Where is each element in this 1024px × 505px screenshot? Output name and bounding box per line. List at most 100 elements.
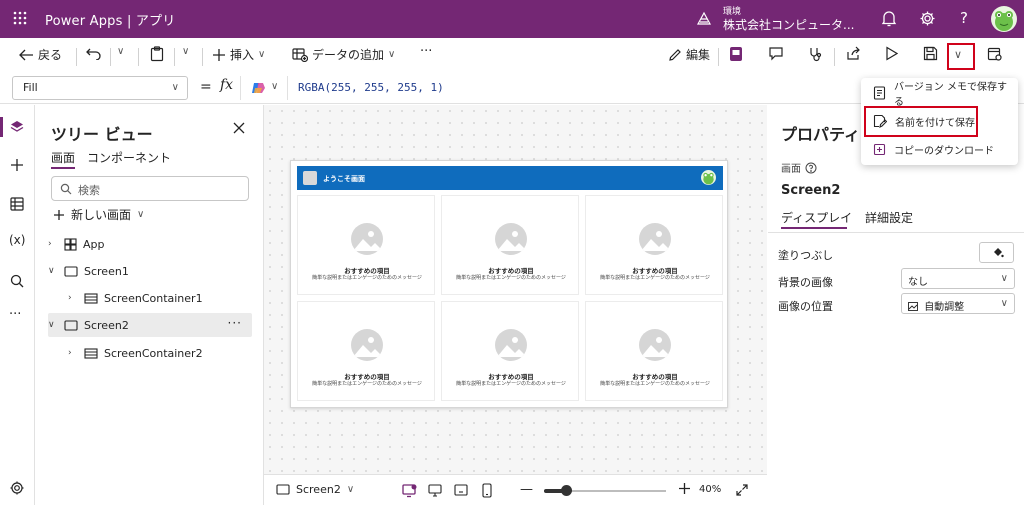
chevron-down-icon: ∨ <box>271 81 279 92</box>
menu-item-download-copy[interactable]: コピーのダウンロード <box>867 136 1012 162</box>
tab-advanced[interactable]: 詳細設定 <box>865 209 913 226</box>
property-dropdown[interactable]: Fill ∨ <box>12 76 188 100</box>
tree-item-screen2[interactable]: ∨ Screen2 ··· <box>48 313 252 337</box>
featured-item-card[interactable]: おすすめの項目 簡単な説明またはエンゲージのためのメッセージ <box>297 301 435 401</box>
desktop-icon[interactable] <box>428 484 442 497</box>
divider <box>768 232 1024 233</box>
left-rail: (x) ··· <box>0 105 35 505</box>
menu-item-label: バージョン メモで保存する <box>894 82 1007 108</box>
back-label: 戻る <box>38 48 63 62</box>
screen-selector[interactable]: Screen2 ∨ <box>276 483 354 496</box>
more-options-button[interactable]: ··· <box>228 316 242 330</box>
app-checker-icon[interactable] <box>807 46 823 62</box>
image-position-value: 自動調整 <box>924 302 965 313</box>
divider <box>138 48 139 66</box>
tab-screens[interactable]: 画面 <box>51 149 75 166</box>
zoom-out-button[interactable]: — <box>520 482 533 497</box>
bell-icon[interactable] <box>881 10 897 27</box>
layers-icon[interactable] <box>9 119 25 135</box>
chevron-right-icon[interactable]: › <box>68 348 80 358</box>
image-icon <box>908 302 918 311</box>
page-editor-icon[interactable] <box>729 46 743 62</box>
copilot-button[interactable]: ∨ <box>240 76 288 100</box>
close-icon[interactable] <box>233 122 245 134</box>
variables-icon[interactable]: (x) <box>9 233 25 247</box>
card-description: 簡単な説明またはエンゲージのためのメッセージ <box>456 381 566 387</box>
chevron-down-icon: ∨ <box>137 209 145 220</box>
edit-button[interactable]: 編集 <box>668 46 710 63</box>
user-avatar[interactable] <box>991 6 1017 32</box>
undo-button[interactable] <box>86 46 102 60</box>
top-bar: Power Apps | アプリ 環境 株式会社コンピュータ... ? <box>0 0 1024 38</box>
search-icon[interactable] <box>9 273 25 289</box>
tree-item-screen1[interactable]: ∨ Screen1 <box>48 259 252 283</box>
featured-item-card[interactable]: おすすめの項目 簡単な説明またはエンゲージのためのメッセージ <box>585 195 723 295</box>
environment-icon[interactable] <box>695 10 713 26</box>
command-bar: 戻る ∨ ∨ 挿入 ∨ データの追加 ∨ ··· 編集 ∨ <box>0 38 1024 74</box>
help-icon[interactable]: ? <box>960 9 968 27</box>
divider <box>718 48 719 66</box>
data-table-icon[interactable] <box>9 196 25 212</box>
paste-button[interactable] <box>150 46 164 62</box>
chevron-down-icon[interactable]: ∨ <box>48 266 60 276</box>
chevron-down-icon: ∨ <box>1000 298 1008 309</box>
app-launcher-icon[interactable] <box>13 11 27 25</box>
help-circle-icon[interactable] <box>805 162 817 174</box>
back-button[interactable]: 戻る <box>18 46 62 63</box>
undo-menu-chevron-icon[interactable]: ∨ <box>117 46 124 57</box>
design-canvas[interactable]: ようこそ画面 おすすめの項目 簡単な説明またはエンゲージのためのメッセージ おすすめ… <box>264 105 767 474</box>
share-icon[interactable] <box>846 46 861 61</box>
publish-icon[interactable] <box>987 46 1002 61</box>
tree-search-input[interactable]: 検索 <box>51 176 249 201</box>
tree-item-screencontainer2[interactable]: › ScreenContainer2 <box>68 341 252 365</box>
gear-icon[interactable] <box>919 10 936 27</box>
more-commands-button[interactable]: ··· <box>420 44 432 59</box>
featured-item-card[interactable]: おすすめの項目 簡単な説明またはエンゲージのためのメッセージ <box>585 301 723 401</box>
tab-components[interactable]: コンポーネント <box>87 149 171 166</box>
tab-display[interactable]: ディスプレイ <box>781 209 852 226</box>
zoom-slider-thumb[interactable] <box>560 485 572 496</box>
gear-icon[interactable] <box>9 480 25 496</box>
menu-item-save-with-version-notes[interactable]: バージョン メモで保存する <box>867 80 1012 108</box>
tree-item-screencontainer1[interactable]: › ScreenContainer1 <box>68 286 252 310</box>
save-as-highlight <box>864 106 978 137</box>
chevron-right-icon[interactable]: › <box>68 293 80 303</box>
tablet-icon[interactable] <box>454 484 468 496</box>
card-description: 簡単な説明またはエンゲージのためのメッセージ <box>312 275 422 281</box>
insert-button[interactable]: 挿入 ∨ <box>212 46 265 63</box>
featured-item-card[interactable]: おすすめの項目 簡単な説明またはエンゲージのためのメッセージ <box>441 195 579 295</box>
edit-label: 編集 <box>686 48 711 62</box>
app-title[interactable]: Power Apps | アプリ <box>45 10 175 29</box>
more-icon[interactable]: ··· <box>9 307 21 322</box>
formula-input[interactable]: RGBA(255, 255, 255, 1) <box>298 81 444 94</box>
featured-item-card[interactable]: おすすめの項目 簡単な説明またはエンゲージのためのメッセージ <box>441 301 579 401</box>
fx-icon[interactable]: fx <box>220 77 233 93</box>
image-placeholder-icon <box>351 223 383 255</box>
comment-icon[interactable] <box>768 46 784 61</box>
screen-preview[interactable]: ようこそ画面 おすすめの項目 簡単な説明またはエンゲージのためのメッセージ おすすめ… <box>290 160 728 408</box>
app-header-bar[interactable]: ようこそ画面 <box>297 166 723 190</box>
new-screen-button[interactable]: 新しい画面 ∨ <box>53 206 144 223</box>
play-icon[interactable] <box>885 46 898 61</box>
image-placeholder-icon <box>639 329 671 361</box>
undo-icon <box>86 46 102 60</box>
responsive-view-icon[interactable] <box>402 483 417 498</box>
chevron-right-icon[interactable]: › <box>48 239 60 249</box>
paste-menu-chevron-icon[interactable]: ∨ <box>182 46 189 57</box>
add-data-button[interactable]: データの追加 ∨ <box>292 46 395 63</box>
featured-item-card[interactable]: おすすめの項目 簡単な説明またはエンゲージのためのメッセージ <box>297 195 435 295</box>
tree-item-app[interactable]: › App <box>48 232 252 256</box>
save-icon[interactable] <box>923 46 938 61</box>
bg-image-dropdown[interactable]: なし ∨ <box>901 268 1015 289</box>
tree-item-label: App <box>83 237 105 251</box>
environment-name[interactable]: 株式会社コンピュータ... <box>723 16 854 33</box>
image-position-dropdown[interactable]: 自動調整 ∨ <box>901 293 1015 314</box>
fit-to-window-icon[interactable] <box>735 483 749 497</box>
plus-icon[interactable] <box>9 157 25 173</box>
bg-image-label: 背景の画像 <box>778 276 833 289</box>
zoom-in-button[interactable] <box>678 482 691 495</box>
image-placeholder-icon <box>495 329 527 361</box>
fill-color-picker[interactable] <box>979 242 1014 263</box>
chevron-down-icon[interactable]: ∨ <box>48 320 60 330</box>
phone-icon[interactable] <box>482 483 492 498</box>
